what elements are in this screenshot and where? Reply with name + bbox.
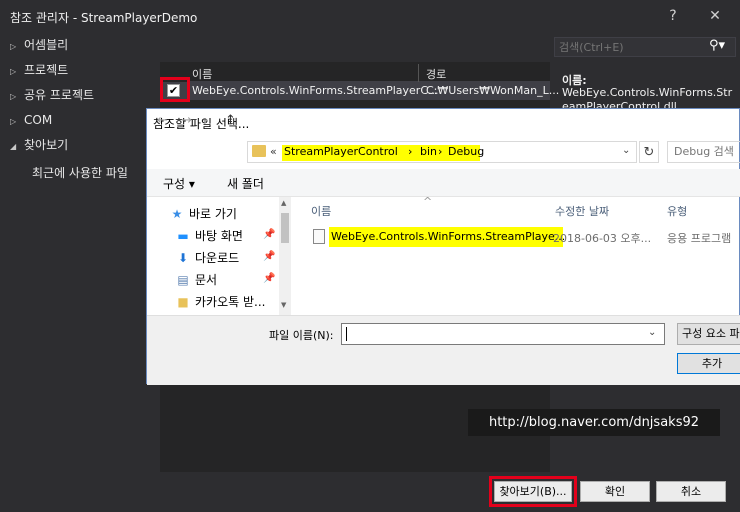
ok-button[interactable]: 확인 bbox=[580, 481, 650, 502]
column-header-name[interactable]: 이름 bbox=[192, 66, 212, 82]
dialog-nav-pane: ★ 바로 가기 ▬ 바탕 화면 📌 ⬇ 다운로드 📌 ▤ 문서 📌 ■ 카카오톡 받... bbox=[147, 197, 289, 315]
nav-item-label: 찾아보기 bbox=[24, 138, 69, 152]
pin-icon: 📌 bbox=[263, 251, 276, 262]
reference-row[interactable]: WebEye.Controls.WinForms.StreamPlayerC..… bbox=[160, 82, 559, 100]
nav-item-shared-projects[interactable]: ▷ 공유 프로젝트 bbox=[10, 84, 94, 106]
nav-label: 문서 bbox=[195, 273, 218, 287]
expand-arrow-icon: ▷ bbox=[10, 67, 17, 76]
desktop-icon: ▬ bbox=[177, 229, 189, 243]
expand-arrow-icon: ▷ bbox=[10, 92, 17, 101]
nav-item-label: 어셈블리 bbox=[24, 38, 69, 52]
address-path-highlight: StreamPlayerControl › bin › Debug bbox=[282, 145, 484, 161]
pin-icon: 📌 bbox=[263, 229, 276, 240]
column-header-name[interactable]: 이름 bbox=[311, 203, 331, 219]
nav-downloads[interactable]: ⬇ 다운로드 bbox=[175, 249, 239, 266]
breadcrumb-segment[interactable]: StreamPlayerControl bbox=[284, 145, 398, 158]
organize-button[interactable]: 구성 ▾ bbox=[163, 175, 195, 192]
folder-icon: ■ bbox=[177, 295, 189, 309]
up-arrow-icon[interactable]: ↑ bbox=[225, 113, 236, 128]
file-list-header: 이름 ^ 수정한 날짜 유형 bbox=[307, 195, 740, 223]
chevron-down-icon[interactable]: ⌄ bbox=[648, 327, 656, 338]
file-type: 응용 프로그램 bbox=[667, 232, 732, 245]
chevron-down-icon[interactable]: ⌄ bbox=[622, 145, 630, 156]
nav-scrollbar[interactable]: ▲ ▼ bbox=[279, 197, 291, 315]
file-name-highlight: WebEye.Controls.WinForms.StreamPlaye... bbox=[329, 227, 566, 247]
back-arrow-icon[interactable]: ← bbox=[157, 113, 168, 128]
recent-locations-icon[interactable]: ▾ bbox=[203, 117, 208, 127]
highlight-box bbox=[160, 77, 190, 102]
filename-input[interactable]: ⌄ bbox=[341, 323, 665, 345]
close-button[interactable]: ✕ bbox=[702, 5, 728, 27]
details-name-value: WebEye.Controls.WinForms.StreamPlayerCon… bbox=[562, 86, 733, 110]
folder-icon bbox=[252, 145, 266, 157]
file-row[interactable]: WebEye.Controls.WinForms.StreamPlaye... … bbox=[313, 227, 740, 247]
column-header-type[interactable]: 유형 bbox=[667, 203, 687, 219]
file-name: WebEye.Controls.WinForms.StreamPlaye... bbox=[331, 230, 566, 243]
nav-label: 바로 가기 bbox=[189, 207, 237, 221]
nav-label: 다운로드 bbox=[195, 251, 240, 265]
nav-item-label: 프로젝트 bbox=[24, 63, 69, 77]
nav-kakaotalk[interactable]: ■ 카카오톡 받... bbox=[175, 293, 265, 310]
breadcrumb-separator-icon: › bbox=[408, 145, 413, 158]
nav-item-com[interactable]: ▷ COM bbox=[10, 109, 52, 131]
filename-label: 파일 이름(N): bbox=[269, 329, 334, 342]
nav-label: 카카오톡 받... bbox=[195, 295, 266, 309]
cancel-button[interactable]: 취소 bbox=[656, 481, 726, 502]
highlight-box bbox=[489, 476, 577, 507]
file-type-filter[interactable]: 구성 요소 파 bbox=[677, 323, 740, 345]
search-icon[interactable]: ⚲▾ bbox=[704, 38, 730, 56]
pin-icon: 📌 bbox=[263, 273, 276, 284]
scrollbar-thumb[interactable] bbox=[281, 213, 289, 243]
download-icon: ⬇ bbox=[177, 251, 189, 265]
address-overflow[interactable]: « bbox=[270, 145, 277, 158]
window-title: 참조 관리자 - StreamPlayerDemo bbox=[10, 11, 198, 25]
nav-item-assemblies[interactable]: ▷ 어셈블리 bbox=[10, 34, 68, 56]
forward-arrow-icon[interactable]: → bbox=[181, 113, 192, 128]
column-divider[interactable] bbox=[418, 64, 419, 82]
watermark: http://blog.naver.com/dnjsaks92 bbox=[468, 409, 720, 436]
reference-name: WebEye.Controls.WinForms.StreamPlayerC..… bbox=[192, 84, 439, 97]
collapse-arrow-icon: ◢ bbox=[10, 142, 17, 151]
nav-item-label: 공유 프로젝트 bbox=[24, 88, 95, 102]
document-icon: ▤ bbox=[177, 273, 189, 287]
nav-quick-access[interactable]: ★ 바로 가기 bbox=[169, 205, 237, 222]
add-button[interactable]: 추가 bbox=[677, 353, 740, 374]
breadcrumb-segment[interactable]: Debug bbox=[448, 145, 484, 158]
breadcrumb-segment[interactable]: bin bbox=[420, 145, 437, 158]
category-nav: ▷ 어셈블리 ▷ 프로젝트 ▷ 공유 프로젝트 ▷ COM ◢ 찾아보기 최근에 사용한 … bbox=[0, 34, 152, 474]
nav-item-recent-files[interactable]: 최근에 사용한 파일 bbox=[32, 162, 128, 184]
text-caret bbox=[346, 327, 347, 341]
nav-label: 바탕 화면 bbox=[195, 229, 243, 243]
nav-item-browse[interactable]: ◢ 찾아보기 bbox=[10, 134, 68, 156]
nav-documents[interactable]: ▤ 문서 bbox=[175, 271, 217, 288]
expand-arrow-icon: ▷ bbox=[10, 117, 17, 126]
new-folder-button[interactable]: 새 폴더 bbox=[227, 175, 264, 192]
help-button[interactable]: ? bbox=[660, 5, 686, 27]
dialog-search-input[interactable] bbox=[674, 145, 740, 158]
file-date: 2018-06-03 오후... bbox=[553, 232, 652, 245]
sort-arrow-icon: ^ bbox=[423, 195, 433, 208]
scroll-up-icon[interactable]: ▲ bbox=[281, 199, 286, 207]
scroll-down-icon[interactable]: ▼ bbox=[281, 301, 286, 309]
reference-path: C:₩Users₩WonMan_L... bbox=[426, 84, 560, 97]
star-icon: ★ bbox=[171, 207, 183, 221]
column-header-path[interactable]: 경로 bbox=[426, 66, 446, 82]
reference-list-header: 이름 경로 bbox=[188, 64, 550, 82]
column-header-date[interactable]: 수정한 날짜 bbox=[555, 203, 609, 219]
refresh-icon[interactable]: ↻ bbox=[639, 141, 659, 163]
dialog-search-box[interactable] bbox=[667, 141, 740, 163]
file-picker-dialog: 참조할 파일 선택... ← → ▾ ↑ « StreamPlayerContr… bbox=[146, 108, 740, 385]
search-input[interactable] bbox=[559, 40, 707, 54]
title-bar: 참조 관리자 - StreamPlayerDemo ? ✕ bbox=[0, 0, 740, 32]
file-icon bbox=[313, 229, 325, 244]
nav-desktop[interactable]: ▬ 바탕 화면 bbox=[175, 227, 243, 244]
address-bar[interactable]: « StreamPlayerControl › bin › Debug ⌄ bbox=[247, 141, 637, 163]
nav-item-label: COM bbox=[24, 113, 53, 127]
nav-item-projects[interactable]: ▷ 프로젝트 bbox=[10, 59, 68, 81]
expand-arrow-icon: ▷ bbox=[10, 42, 17, 51]
breadcrumb-separator-icon: › bbox=[438, 145, 443, 158]
